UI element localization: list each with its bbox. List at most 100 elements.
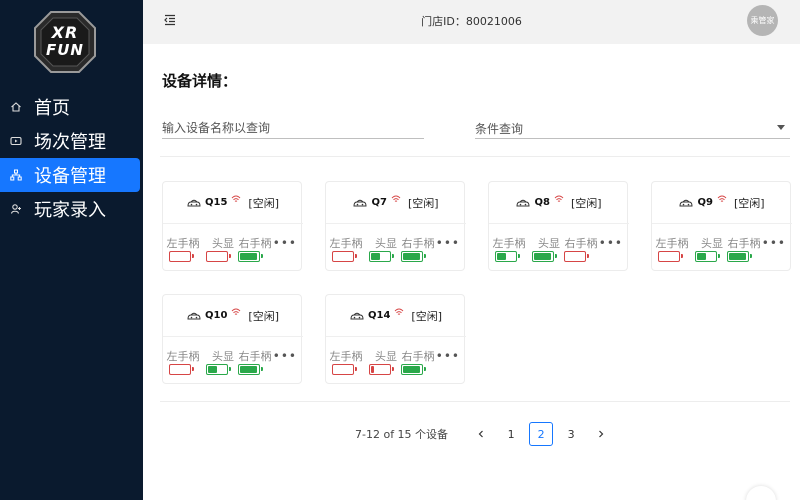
chevron-down-icon [777,125,785,130]
device-name: Q14 [367,310,391,321]
sidebar-item-label: 首页 [34,98,70,119]
battery-icon [564,251,589,262]
battery-level-fill [497,253,506,260]
battery-icon [332,364,357,375]
device-card[interactable]: Q14 [空闲] 左手柄 头显 右手柄 ••• [325,294,466,384]
battery-slot-label: 左手柄 [655,237,689,250]
battery-slot-label: 右手柄 [238,237,272,250]
battery-nub [192,254,194,258]
wifi-icon [391,195,401,202]
battery-slot-label: 右手柄 [401,350,435,363]
sidebar-item-home[interactable]: 首页 [0,90,143,124]
device-name: Q10 [204,310,228,321]
device-card[interactable]: Q8 [空闲] 左手柄 头显 右手柄 ••• [488,181,629,271]
logo-text-xr: XR [51,23,79,42]
battery-slot-label: 右手柄 [727,237,761,250]
device-card[interactable]: Q10 [空闲] 左手柄 头显 右手柄 ••• [162,294,303,384]
device-name: Q7 [371,197,387,208]
condition-filter-select[interactable]: 条件查询 [475,117,790,139]
floating-action-button[interactable] [746,486,776,500]
device-search-input[interactable] [162,117,424,139]
vr-headset-icon [187,199,201,206]
battery-nub [750,254,752,258]
battery-icon [369,251,394,262]
more-options-icon[interactable]: ••• [599,236,623,250]
battery-nub [718,254,720,258]
wifi-icon [554,195,564,202]
network-icon [9,168,23,182]
device-card-header: Q15 [空闲] [163,182,303,224]
device-card-batteries: 左手柄 头显 右手柄 ••• [652,225,792,271]
chevron-right-icon [599,430,604,438]
device-card[interactable]: Q15 [空闲] 左手柄 头显 右手柄 ••• [162,181,303,271]
wifi-icon [395,308,404,315]
more-options-icon[interactable]: ••• [436,236,460,250]
battery-icon [169,251,194,262]
device-card-batteries: 左手柄 头显 右手柄 ••• [489,225,629,271]
device-card-header: Q9 [空闲] [652,182,792,224]
vr-headset-icon [353,199,367,206]
battery-icon [206,364,231,375]
battery-level-fill [534,253,551,260]
battery-level-fill [697,253,706,260]
battery-slot-label: 左手柄 [166,350,200,363]
battery-icon [169,364,194,375]
sidebar-item-label: 设备管理 [34,166,106,187]
device-name: Q15 [204,197,228,208]
device-status: [空闲] [411,309,442,323]
device-card-header: Q7 [空闲] [326,182,466,224]
battery-icon [369,364,394,375]
more-options-icon[interactable]: ••• [273,236,297,250]
battery-nub [355,254,357,258]
pagination-prev-button[interactable] [469,422,493,446]
pagination-page-3[interactable]: 3 [559,422,583,446]
battery-nub [229,367,231,371]
app-logo[interactable]: XR FUN [33,10,97,74]
battery-level-fill [729,253,746,260]
sidebar-item-label: 场次管理 [34,132,106,153]
more-options-icon[interactable]: ••• [436,349,460,363]
device-status: [空闲] [248,309,279,323]
battery-icon [401,364,426,375]
sidebar-item-sessions[interactable]: 场次管理 [0,124,143,158]
sidebar-item-label: 玩家录入 [34,200,106,221]
pagination-page-2[interactable]: 2 [529,422,554,446]
device-card[interactable]: Q7 [空闲] 左手柄 头显 右手柄 ••• [325,181,466,271]
battery-nub [261,254,263,258]
device-card[interactable]: Q9 [空闲] 左手柄 头显 右手柄 ••• [651,181,792,271]
battery-nub [392,254,394,258]
device-name: Q8 [534,197,550,208]
battery-icon [658,251,683,262]
sidebar-item-players[interactable]: 玩家录入 [0,192,143,226]
battery-level-fill [240,253,257,260]
battery-slot-label: 左手柄 [166,237,200,250]
battery-level-fill [208,366,217,373]
vr-headset-icon [350,312,364,319]
top-header: 门店ID：80021006 乘管家 [143,0,800,44]
battery-level-fill [403,253,420,260]
logo-text-fun: FUN [46,41,84,59]
vr-headset-icon [516,199,530,206]
battery-nub [681,254,683,258]
divider [160,156,790,157]
battery-slot-label: 右手柄 [564,237,598,250]
device-card-header: Q8 [空闲] [489,182,629,224]
pagination-page-1[interactable]: 1 [499,422,523,446]
sidebar-nav: 首页 场次管理 设备管理 玩家录入 [0,90,143,226]
battery-nub [555,254,557,258]
more-options-icon[interactable]: ••• [762,236,786,250]
pagination-next-button[interactable] [589,422,613,446]
page-title: 设备详情： [162,72,238,90]
device-status: [空闲] [407,196,439,210]
device-status: [空闲] [733,196,765,210]
divider [160,401,790,402]
vr-headset-icon [679,199,693,206]
more-options-icon[interactable]: ••• [273,349,297,363]
device-card-header: Q14 [空闲] [326,295,466,337]
battery-nub [518,254,520,258]
battery-nub [392,367,394,371]
device-card-batteries: 左手柄 头显 右手柄 ••• [163,225,303,271]
battery-nub [355,367,357,371]
avatar[interactable]: 乘管家 [747,5,778,36]
sidebar-item-devices[interactable]: 设备管理 [0,158,140,192]
